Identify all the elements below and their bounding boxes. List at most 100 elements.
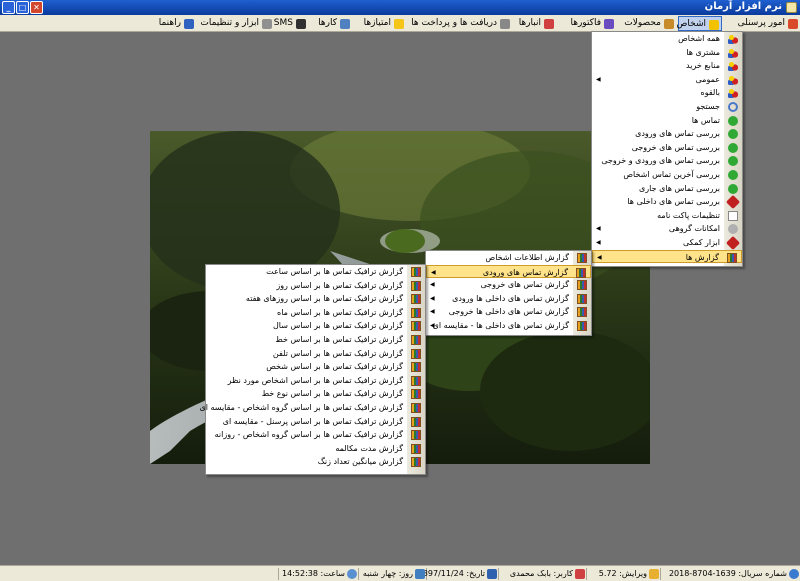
reports-menu-item[interactable]: گزارش تماس های خروجی ◀ xyxy=(426,278,591,292)
reports-menu-item[interactable]: گزارش تماس های داخلی ها ورودی ◀ xyxy=(426,292,591,306)
menu-invoice[interactable]: فاکتورها xyxy=(558,16,616,31)
menu-people[interactable]: امور پرسنلی xyxy=(724,16,800,31)
box-icon xyxy=(664,19,674,29)
people-icon xyxy=(728,61,738,72)
incoming-menu-item[interactable]: گزارش میانگین تعداد زنگ xyxy=(206,455,425,469)
menu-item-label: گزارش ترافیک تماس ها بر اساس خط xyxy=(275,334,403,344)
persons-menu-item[interactable]: همه اشخاص xyxy=(592,32,742,46)
reports-menu-item[interactable]: گزارش اطلاعات اشخاص xyxy=(426,251,591,265)
persons-menu-item[interactable]: بررسی آخرین تماس اشخاص xyxy=(592,168,742,182)
menu-tasks[interactable]: کارها xyxy=(310,16,352,31)
menu-sms[interactable]: SMS xyxy=(274,16,308,31)
menu-label: راهنما xyxy=(158,18,181,28)
persons-menu-item[interactable]: امکانات گروهی ◀ xyxy=(592,222,742,236)
book-icon xyxy=(411,267,421,277)
persons-menu-item[interactable]: بالقوه xyxy=(592,86,742,100)
warehouse-icon xyxy=(544,19,554,29)
close-button[interactable]: ✕ xyxy=(30,1,43,14)
menu-box[interactable]: محصولات xyxy=(618,16,676,31)
current-user: کاربر: بابک محمدی xyxy=(498,568,586,580)
incoming-menu-item[interactable]: گزارش ترافیک تماس ها بر اساس روز xyxy=(206,279,425,293)
users-icon xyxy=(575,569,585,579)
menu-item-label: تنظیمات پاکت نامه xyxy=(657,210,720,220)
tool-icon xyxy=(725,235,741,250)
persons-menu-item[interactable]: عمومی ◀ xyxy=(592,73,742,87)
book-icon xyxy=(411,416,421,427)
menu-item-label: گزارش تماس های ورودی xyxy=(482,267,568,277)
minimize-button[interactable]: _ xyxy=(2,1,15,14)
incoming-menu-item[interactable]: گزارش ترافیک تماس ها بر اساس پرسنل - مقا… xyxy=(206,415,425,429)
menu-warehouse[interactable]: انبارها xyxy=(514,16,556,31)
incoming-menu-item[interactable]: گزارش ترافیک تماس ها بر اساس خط xyxy=(206,333,425,347)
incoming-menu-item[interactable]: گزارش ترافیک تماس ها بر اساس سال xyxy=(206,319,425,333)
persons-menu-item[interactable]: مشتری ها xyxy=(592,46,742,60)
people-icon xyxy=(728,47,738,58)
book-icon xyxy=(577,320,587,331)
reports-menu-item[interactable]: گزارش تماس های ورودی ◀ xyxy=(426,264,591,279)
reports-menu-item[interactable]: گزارش تماس های داخلی ها خروجی ◀ xyxy=(426,305,591,319)
menu-item-label: گزارش ترافیک تماس ها بر اساس ماه xyxy=(277,307,403,317)
calendar-day-icon xyxy=(415,569,425,579)
people-icon xyxy=(709,20,719,30)
phone-icon xyxy=(728,169,738,180)
incoming-menu-item[interactable]: گزارش ترافیک تماس ها بر اساس اشخاص مورد … xyxy=(206,374,425,388)
menu-item-label: گزارش میانگین تعداد زنگ xyxy=(317,457,403,467)
menu-item-label: گزارش تماس های خروجی xyxy=(480,280,569,290)
menu-item-label: گزارش ترافیک تماس ها بر اساس نوع خط xyxy=(261,389,403,399)
persons-menu-item[interactable]: گزارش ها ◀ xyxy=(592,249,742,264)
menu-help[interactable]: راهنما xyxy=(152,16,196,31)
edit-icon xyxy=(649,569,659,579)
menu-tools[interactable]: ابزار و تنظیمات xyxy=(198,16,274,31)
restore-button[interactable]: □ xyxy=(16,1,29,14)
submenu-arrow-icon: ◀ xyxy=(431,268,436,276)
menu-people[interactable]: اشخاص xyxy=(677,16,722,31)
menu-coins[interactable]: دریافت ها و پرداخت ها xyxy=(408,16,512,31)
menu-star[interactable]: امتیازها xyxy=(354,16,406,31)
incoming-menu-item[interactable]: گزارش ترافیک تماس ها بر اساس شخص xyxy=(206,360,425,374)
persons-menu-item[interactable]: منابع خرید xyxy=(592,59,742,73)
doc-icon xyxy=(728,210,738,221)
menu-label: محصولات xyxy=(624,18,661,28)
persons-menu-item[interactable]: تماس ها xyxy=(592,114,742,128)
incoming-menu-item[interactable]: گزارش ترافیک تماس ها بر اساس تلفن xyxy=(206,347,425,361)
current-date: تاریخ: 1397/11/24 xyxy=(418,568,498,580)
book-icon xyxy=(411,321,421,332)
menu-item-label: بررسی تماس های جاری xyxy=(639,183,720,193)
incoming-menu-item[interactable]: گزارش ترافیک تماس ها بر اساس نوع خط xyxy=(206,387,425,401)
persons-menu-item[interactable]: تنظیمات پاکت نامه xyxy=(592,209,742,223)
persons-menu-item[interactable]: بررسی تماس های ورودی xyxy=(592,127,742,141)
menu-item-label: گزارش ترافیک تماس ها بر اساس سال xyxy=(272,321,403,331)
coins-icon xyxy=(500,19,510,29)
help-icon xyxy=(184,19,194,29)
book-icon xyxy=(727,252,737,263)
star-icon xyxy=(394,19,404,29)
persons-menu-item[interactable]: بررسی تماس های داخلی ها xyxy=(592,195,742,210)
submenu-arrow-icon: ◀ xyxy=(430,308,435,316)
menu-item-label: جستجو xyxy=(696,101,720,111)
menu-item-label: گزارش ها xyxy=(685,252,719,262)
menu-item-label: بررسی تماس های ورودی xyxy=(635,129,720,139)
people-icon xyxy=(728,34,738,44)
incoming-menu-item[interactable]: گزارش ترافیک تماس ها بر اساس ساعت xyxy=(206,265,425,279)
menu-label: امتیازها xyxy=(363,18,391,28)
reports-menu-item[interactable]: گزارش تماس های داخلی ها - مقایسه ای ◀ xyxy=(426,319,591,333)
persons-menu-item[interactable]: جستجو xyxy=(592,100,742,114)
incoming-menu-item[interactable]: گزارش ترافیک تماس ها بر اساس گروه اشخاص … xyxy=(199,401,425,415)
incoming-menu-item[interactable]: گزارش ترافیک تماس ها بر اساس روزهای هفته xyxy=(206,292,425,306)
incoming-menu-item[interactable]: گزارش ترافیک تماس ها بر اساس ماه xyxy=(206,306,425,320)
calendar-icon xyxy=(487,569,497,579)
clock-icon xyxy=(347,569,357,579)
persons-menu-item[interactable]: ابزار کمکی ◀ xyxy=(592,235,742,250)
sms-icon xyxy=(296,19,306,29)
incoming-menu-item[interactable]: گزارش ترافیک تماس ها بر اساس گروه اشخاص … xyxy=(206,428,425,442)
persons-menu-item[interactable]: بررسی تماس های ورودی و خروجی xyxy=(592,154,742,168)
reports-submenu: گزارش اطلاعات اشخاص گزارش تماس های ورودی ◀… xyxy=(425,250,592,336)
menu-item-label: گزارش ترافیک تماس ها بر اساس روزهای هفته xyxy=(245,294,403,304)
menu-item-label: بررسی تماس های ورودی و خروجی xyxy=(601,156,720,166)
search-icon xyxy=(728,101,738,112)
persons-menu-item[interactable]: بررسی تماس های جاری xyxy=(592,182,742,196)
menu-item-label: گزارش تماس های داخلی ها - مقایسه ای xyxy=(432,320,569,330)
incoming-menu-item[interactable]: گزارش مدت مکالمه xyxy=(206,442,425,456)
persons-menu-item[interactable]: بررسی تماس های خروجی xyxy=(592,141,742,155)
menu-item-label: همه اشخاص xyxy=(678,34,720,43)
